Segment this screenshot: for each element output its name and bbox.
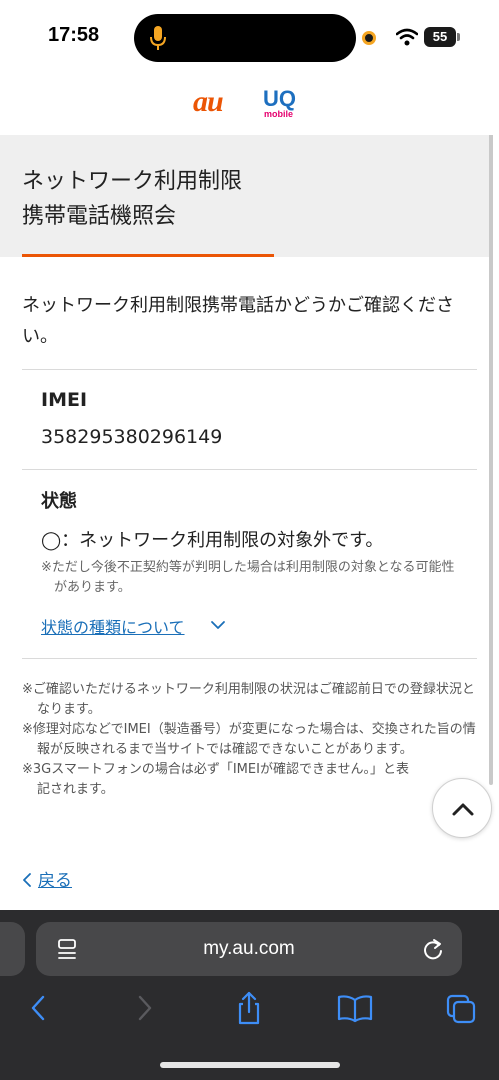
chevron-down-icon[interactable] — [210, 617, 226, 633]
battery-icon: 55 — [424, 27, 456, 47]
au-logo: au — [193, 85, 224, 118]
microphone-icon — [150, 26, 166, 50]
uq-mobile-logo-text: mobile — [264, 109, 294, 119]
brand-header: au UQ mobile — [0, 75, 499, 135]
page-title-line-1: ネットワーク利用制限 — [22, 169, 243, 194]
back-arrow-icon[interactable] — [18, 990, 58, 1026]
back-link-label: 戻る — [38, 871, 72, 891]
address-bar[interactable]: my.au.com — [36, 922, 462, 976]
imei-value: 358295380296149 — [41, 426, 223, 448]
page-scrollbar[interactable] — [489, 80, 493, 785]
status-types-link[interactable]: 状態の種類について — [41, 614, 185, 638]
chevron-up-icon — [452, 803, 474, 816]
divider — [22, 369, 477, 370]
wifi-icon — [396, 28, 418, 46]
previous-tab-peek[interactable] — [0, 922, 25, 976]
home-indicator — [160, 1062, 340, 1068]
divider — [22, 658, 477, 659]
imei-label: IMEI — [41, 389, 88, 411]
uq-logo: UQ — [263, 86, 296, 111]
status-time: 17:58 — [48, 24, 100, 46]
page-title-block: ネットワーク利用制限 携帯電話機照会 — [0, 135, 489, 257]
camera-indicator-icon — [362, 31, 376, 45]
forward-arrow-icon[interactable] — [125, 990, 165, 1026]
status-value: ◯：ネットワーク利用制限の対象外です。 — [41, 530, 384, 551]
back-link[interactable]: 戻る — [22, 866, 72, 891]
lead-text: ネットワーク利用制限携帯電話かどうかご確認ください。 — [22, 295, 454, 347]
divider — [22, 469, 477, 470]
status-label: 状態 — [41, 491, 77, 512]
tabs-icon[interactable] — [440, 990, 480, 1026]
reload-icon[interactable] — [422, 937, 444, 961]
notes-list: ※ご確認いただけるネットワーク利用制限の状況はご確認前日での登録状況となります。… — [22, 680, 482, 800]
status-note: ※ただし今後不正契約等が判明した場合は利用制限の対象となる可能性があります。 — [41, 560, 455, 595]
chevron-left-icon — [23, 873, 31, 887]
url-text: my.au.com — [203, 938, 295, 959]
battery-nub — [457, 33, 460, 41]
browser-toolbar: my.au.com — [0, 910, 499, 1080]
title-accent-underline — [22, 254, 274, 257]
note-item: ※ご確認いただけるネットワーク利用制限の状況はご確認前日での登録状況となります。 — [22, 682, 475, 717]
status-bar: 17:58 55 — [0, 0, 499, 75]
dynamic-island — [134, 14, 356, 62]
share-icon[interactable] — [229, 990, 269, 1026]
scroll-to-top-button[interactable] — [432, 778, 492, 838]
note-item: ※修理対応などでIMEI（製造番号）が変更になった場合は、交換された旨の情報が反… — [22, 722, 476, 757]
page-title-line-2: 携帯電話機照会 — [22, 204, 177, 229]
note-item: ※3Gスマートフォンの場合は必ず「IMEIが確認できません。」と表記されます。 — [22, 762, 410, 797]
bookmarks-icon[interactable] — [335, 990, 375, 1026]
